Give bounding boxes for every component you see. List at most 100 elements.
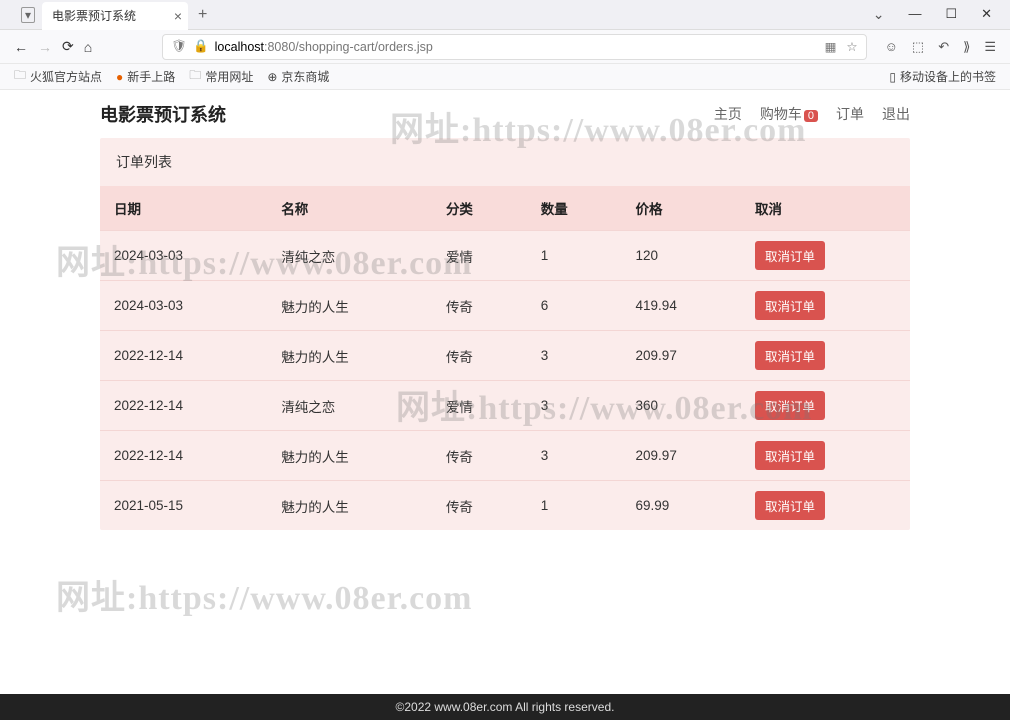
table-row: 2024-03-03清纯之恋爱情1120取消订单 <box>100 231 910 281</box>
cell-price: 120 <box>622 231 741 281</box>
account-icon[interactable]: ☺ <box>885 39 898 54</box>
cell-name: 魅力的人生 <box>267 281 432 331</box>
cell-cancel: 取消订单 <box>741 481 910 531</box>
new-tab-button[interactable]: + <box>198 6 207 24</box>
col-qty: 数量 <box>527 186 622 231</box>
cell-category: 传奇 <box>432 481 527 531</box>
url-port: :8080 <box>264 40 295 54</box>
cell-date: 2022-12-14 <box>100 381 267 431</box>
nav-logout[interactable]: 退出 <box>882 104 910 124</box>
cancel-order-button[interactable]: 取消订单 <box>755 391 825 420</box>
bookmark-item[interactable]: 🗀常用网址 <box>189 66 253 87</box>
qr-icon[interactable]: ▦ <box>825 39 837 54</box>
back-button[interactable]: ← <box>14 39 28 55</box>
cell-category: 传奇 <box>432 281 527 331</box>
undo-icon[interactable]: ↶ <box>938 39 949 55</box>
cell-price: 419.94 <box>622 281 741 331</box>
cell-name: 清纯之恋 <box>267 381 432 431</box>
overflow-icon[interactable]: ⟫ <box>963 39 970 55</box>
page-nav: 电影票预订系统 主页 购物车0 订单 退出 <box>0 90 1010 138</box>
mobile-icon: ▯ <box>889 70 896 84</box>
bookmark-item[interactable]: ⊕京东商城 <box>267 68 329 85</box>
home-button[interactable]: ⌂ <box>84 39 92 55</box>
close-window-button[interactable]: ✕ <box>981 6 992 23</box>
cell-date: 2024-03-03 <box>100 231 267 281</box>
tab-list-icon[interactable]: ▾ <box>21 7 35 23</box>
cell-name: 魅力的人生 <box>267 431 432 481</box>
page-title: 电影票预订系统 <box>100 101 226 127</box>
close-tab-icon[interactable]: × <box>174 8 182 24</box>
browser-tab[interactable]: 电影票预订系统 × <box>42 2 188 30</box>
cell-price: 360 <box>622 381 741 431</box>
reload-button[interactable]: ⟳ <box>62 38 74 55</box>
folder-icon: 🗀 <box>189 66 201 87</box>
col-category: 分类 <box>432 186 527 231</box>
minimize-button[interactable]: — <box>908 6 921 23</box>
cancel-order-button[interactable]: 取消订单 <box>755 441 825 470</box>
col-cancel: 取消 <box>741 186 910 231</box>
firefox-icon: ● <box>116 70 123 84</box>
cell-date: 2022-12-14 <box>100 431 267 481</box>
cell-cancel: 取消订单 <box>741 431 910 481</box>
globe-icon: ⊕ <box>267 70 277 84</box>
col-name: 名称 <box>267 186 432 231</box>
extensions-icon[interactable]: ⬚ <box>912 39 924 55</box>
cell-qty: 3 <box>527 431 622 481</box>
tab-title: 电影票预订系统 <box>52 7 136 24</box>
nav-home[interactable]: 主页 <box>714 104 742 124</box>
watermark: 网址:https://www.08er.com <box>56 570 473 619</box>
cancel-order-button[interactable]: 取消订单 <box>755 241 825 270</box>
cell-name: 清纯之恋 <box>267 231 432 281</box>
table-row: 2022-12-14魅力的人生传奇3209.97取消订单 <box>100 431 910 481</box>
cell-qty: 3 <box>527 331 622 381</box>
cell-qty: 1 <box>527 231 622 281</box>
orders-panel: 订单列表 日期 名称 分类 数量 价格 取消 2024-03-03清纯之恋爱情1… <box>100 138 910 530</box>
bookmark-star-icon[interactable]: ☆ <box>846 39 857 54</box>
menu-icon[interactable]: ☰ <box>984 39 996 55</box>
cancel-order-button[interactable]: 取消订单 <box>755 491 825 520</box>
cell-category: 传奇 <box>432 431 527 481</box>
cart-count-badge: 0 <box>804 110 818 122</box>
url-host: localhost <box>215 40 264 54</box>
url-input[interactable]: 🛡 🔒 localhost:8080/shopping-cart/orders.… <box>162 34 866 60</box>
cell-price: 209.97 <box>622 331 741 381</box>
cell-qty: 3 <box>527 381 622 431</box>
cell-date: 2024-03-03 <box>100 281 267 331</box>
browser-addressbar: ← → ⟳ ⌂ 🛡 🔒 localhost:8080/shopping-cart… <box>0 30 1010 64</box>
cell-cancel: 取消订单 <box>741 281 910 331</box>
browser-titlebar: ▾ 电影票预订系统 × + ⌄ — ☐ ✕ <box>0 0 1010 30</box>
cell-cancel: 取消订单 <box>741 231 910 281</box>
cell-cancel: 取消订单 <box>741 381 910 431</box>
table-header-row: 日期 名称 分类 数量 价格 取消 <box>100 186 910 231</box>
bookmark-item[interactable]: 🗀火狐官方站点 <box>14 66 102 87</box>
cell-qty: 6 <box>527 281 622 331</box>
url-path: /shopping-cart/orders.jsp <box>295 40 433 54</box>
lock-icon: 🔒 <box>193 39 209 54</box>
cancel-order-button[interactable]: 取消订单 <box>755 291 825 320</box>
nav-cart[interactable]: 购物车0 <box>760 104 818 124</box>
table-row: 2022-12-14魅力的人生传奇3209.97取消订单 <box>100 331 910 381</box>
page-content: 网址:https://www.08er.com 网址:https://www.0… <box>0 90 1010 694</box>
maximize-button[interactable]: ☐ <box>945 6 957 23</box>
col-date: 日期 <box>100 186 267 231</box>
cell-qty: 1 <box>527 481 622 531</box>
bookmarks-bar: 🗀火狐官方站点 ●新手上路 🗀常用网址 ⊕京东商城 ▯移动设备上的书签 <box>0 64 1010 90</box>
folder-icon: 🗀 <box>14 66 26 87</box>
bookmark-item[interactable]: ●新手上路 <box>116 68 175 85</box>
cell-date: 2021-05-15 <box>100 481 267 531</box>
orders-table: 日期 名称 分类 数量 价格 取消 2024-03-03清纯之恋爱情1120取消… <box>100 186 910 530</box>
cell-name: 魅力的人生 <box>267 481 432 531</box>
cell-name: 魅力的人生 <box>267 331 432 381</box>
forward-button[interactable]: → <box>38 39 52 55</box>
mobile-bookmarks[interactable]: ▯移动设备上的书签 <box>889 68 996 85</box>
page-footer: ©2022 www.08er.com All rights reserved. <box>0 694 1010 720</box>
col-price: 价格 <box>622 186 741 231</box>
nav-orders[interactable]: 订单 <box>836 104 864 124</box>
table-row: 2021-05-15魅力的人生传奇169.99取消订单 <box>100 481 910 531</box>
panel-title: 订单列表 <box>100 138 910 186</box>
cell-category: 传奇 <box>432 331 527 381</box>
table-row: 2022-12-14清纯之恋爱情3360取消订单 <box>100 381 910 431</box>
table-row: 2024-03-03魅力的人生传奇6419.94 取消订单 <box>100 281 910 331</box>
chevron-down-icon[interactable]: ⌄ <box>873 6 885 23</box>
cancel-order-button[interactable]: 取消订单 <box>755 341 825 370</box>
